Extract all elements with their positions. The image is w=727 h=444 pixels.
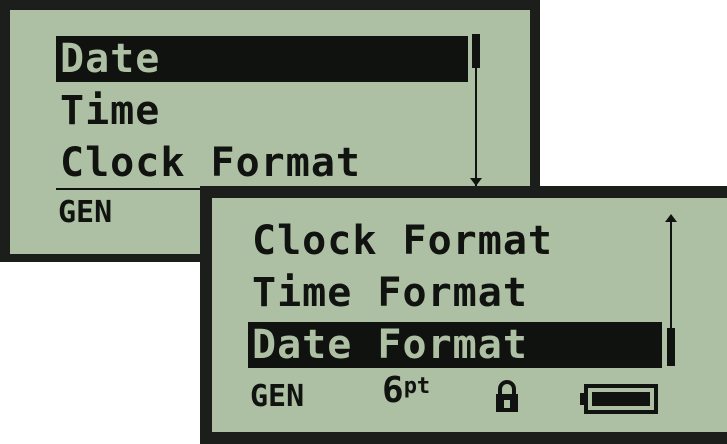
menu-item-time-format[interactable]: Time Format — [248, 270, 528, 316]
scroll-up-arrow-icon — [665, 214, 677, 222]
menu-item-time[interactable]: Time — [56, 88, 160, 134]
scroll-down-arrow-icon — [470, 178, 482, 186]
status-mode-label: GEN — [250, 379, 305, 414]
font-size-number: 6 — [382, 370, 404, 411]
lock-icon — [496, 380, 518, 412]
menu-item-date-format[interactable]: Date Format — [248, 322, 662, 368]
battery-icon — [580, 384, 658, 414]
status-mode-label: GEN — [58, 195, 113, 230]
menu-item-clock-format[interactable]: Clock Format — [56, 140, 361, 186]
scrollbar-thumb[interactable] — [667, 328, 675, 366]
lcd-display: Clock Format Time Format Date Format GEN… — [212, 198, 727, 432]
label-maker-screen-clock-menu: Clock Format Time Format Date Format GEN… — [200, 186, 727, 444]
scrollbar-thumb[interactable] — [472, 34, 480, 68]
font-size-unit: pt — [403, 374, 431, 399]
menu-item-clock-format[interactable]: Clock Format — [248, 218, 553, 264]
menu-item-date[interactable]: Date — [56, 36, 468, 82]
font-size-indicator: 6pt — [382, 373, 431, 410]
